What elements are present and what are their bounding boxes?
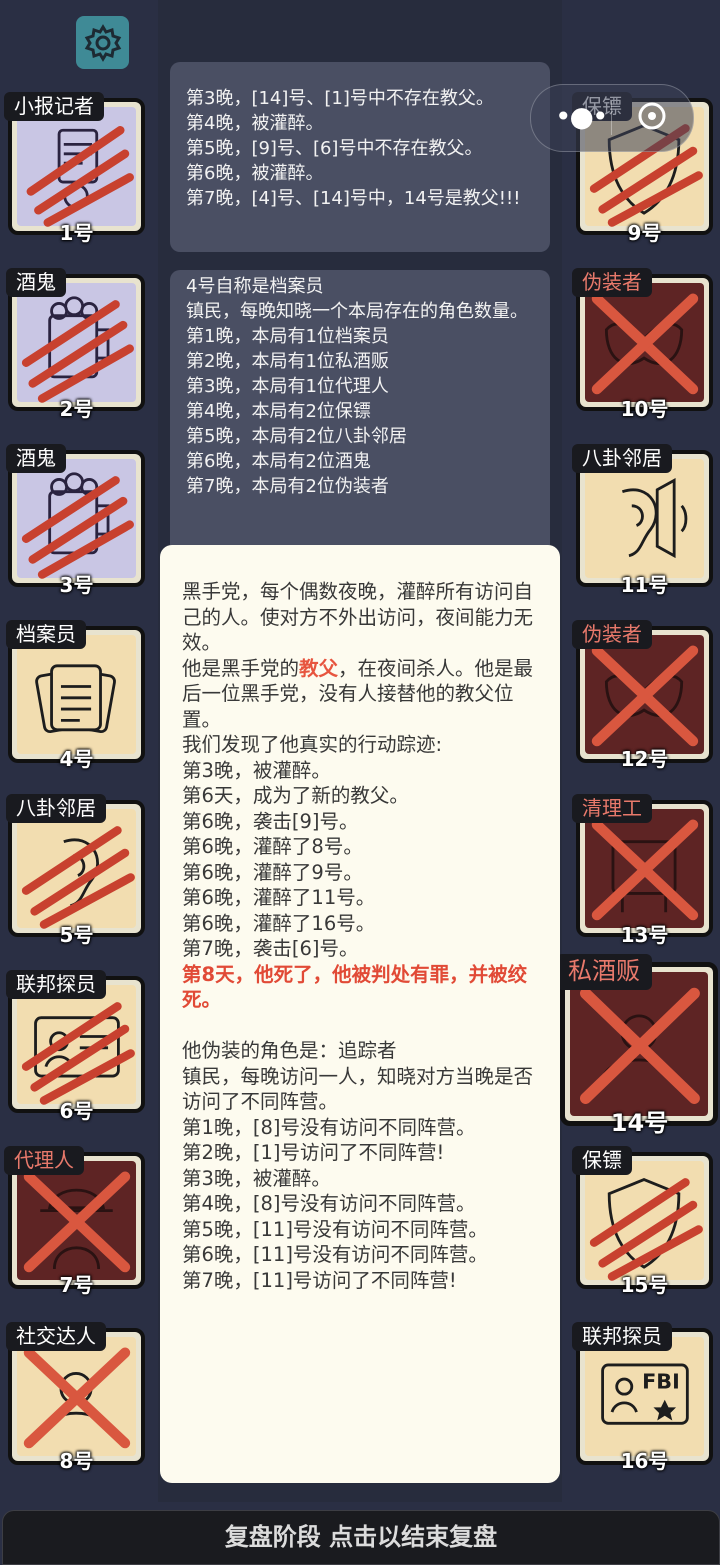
role-label-10: 伪装者 <box>572 268 652 297</box>
mask-icon <box>591 293 699 395</box>
capsule-divider <box>611 101 612 135</box>
role-label-5: 八卦邻居 <box>6 794 106 823</box>
end-review-button[interactable]: 复盘阶段 点击以结束复盘 <box>2 1510 720 1565</box>
cleaner-icon <box>591 819 699 921</box>
socialite-portrait-icon <box>23 1347 131 1449</box>
journalist-portrait-icon <box>26 126 134 227</box>
role-label-12: 伪装者 <box>572 620 652 649</box>
player-number-11: 11号 <box>620 573 669 597</box>
player-number-7: 7号 <box>59 1273 94 1297</box>
player-number-16: 16号 <box>620 1449 669 1473</box>
player-number-6: 6号 <box>59 1099 94 1123</box>
player-number-10: 10号 <box>620 397 669 421</box>
role-label-1: 小报记者 <box>4 92 104 121</box>
player-number-2: 2号 <box>59 397 94 421</box>
role-detail-popup[interactable]: 黑手党，每个偶数夜晚，灌醉所有访问自己的人。使对方不外出访问，夜间能力无效。 他… <box>160 545 560 1483</box>
fbi-badge-icon: FBI <box>601 1363 689 1425</box>
popup-text-disguise: 他伪装的角色是：追踪者 镇民，每晚访问一人，知晓对方当晚是否访问了不同阵营。 第… <box>182 1039 534 1292</box>
beer-mug-icon <box>21 472 134 579</box>
role-label-6: 联邦探员 <box>6 970 106 999</box>
close-target-icon[interactable] <box>637 101 667 131</box>
player-number-5: 5号 <box>59 923 94 947</box>
player-number-12: 12号 <box>620 747 669 771</box>
gear-icon <box>84 23 121 62</box>
role-label-13: 清理工 <box>572 794 652 823</box>
role-label-15: 保镖 <box>572 1146 632 1175</box>
bootlegger-portrait-icon <box>579 987 700 1104</box>
player-number-1: 1号 <box>59 221 94 245</box>
log-bubble-2: 4号自称是档案员 镇民，每晚知晓一个本局存在的角色数量。 第1晚，本局有1位档案… <box>170 270 550 560</box>
role-label-7: 代理人 <box>4 1146 84 1175</box>
death-notice: 第8天，他死了，他被判处有罪，并被绞死。 <box>182 962 528 1012</box>
role-label-8: 社交达人 <box>6 1322 106 1351</box>
player-number-14: 14号 <box>610 1109 669 1137</box>
shield-icon <box>589 1178 703 1281</box>
role-label-3: 酒鬼 <box>6 444 66 473</box>
ear-icon <box>21 826 135 929</box>
popup-text-actions: ，在夜间杀人。他是最后一位黑手党，没有人接替他的教父位置。 我们发现了他真实的行… <box>182 656 534 961</box>
player-number-13: 13号 <box>620 923 669 947</box>
player-number-4: 4号 <box>59 747 94 771</box>
role-label-11: 八卦邻居 <box>572 444 672 473</box>
role-label-4: 档案员 <box>6 620 86 649</box>
badge-icon <box>21 1002 135 1105</box>
log-bubble-1: 第3晚，[14]号、[1]号中不存在教父。 第4晚，被灌醉。 第5晚，[9]号、… <box>170 62 550 252</box>
player-number-3: 3号 <box>59 573 94 597</box>
role-label-16: 联邦探员 <box>572 1322 672 1351</box>
player-number-8: 8号 <box>59 1449 94 1473</box>
godfather-highlight: 教父 <box>299 656 339 680</box>
ear-icon <box>621 477 688 559</box>
player-number-15: 15号 <box>620 1273 669 1297</box>
documents-icon <box>35 664 116 734</box>
agent-portrait-icon <box>23 1171 131 1273</box>
miniprogram-capsule: •●• <box>530 84 694 152</box>
settings-button[interactable] <box>76 16 129 69</box>
role-label-2: 酒鬼 <box>6 268 66 297</box>
more-menu-icon[interactable]: •●• <box>555 103 608 131</box>
mask-icon <box>591 645 699 747</box>
svg-text:FBI: FBI <box>642 1369 680 1393</box>
beer-mug-icon <box>21 296 134 403</box>
player-number-9: 9号 <box>627 221 662 245</box>
role-label-14: 私酒贩 <box>556 954 652 990</box>
